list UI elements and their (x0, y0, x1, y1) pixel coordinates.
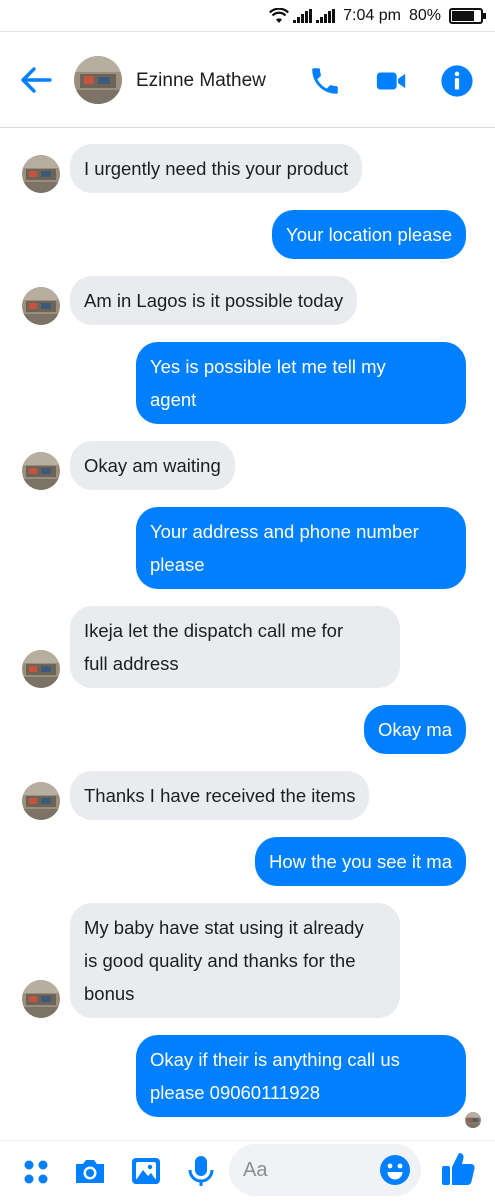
contact-name[interactable]: Ezinne Mathew (136, 70, 266, 92)
contact-avatar-small (22, 155, 60, 193)
wifi-icon (269, 7, 290, 23)
camera-icon[interactable] (72, 1153, 108, 1189)
incoming-message[interactable]: My baby have stat using it already is go… (70, 903, 400, 1018)
phone-icon[interactable] (308, 64, 342, 98)
contact-avatar-small (22, 452, 60, 490)
signal-icon (293, 8, 313, 23)
video-camera-icon[interactable] (374, 64, 408, 98)
conversation-header: Ezinne Mathew (0, 32, 495, 128)
outgoing-message[interactable]: Okay ma (363, 705, 466, 754)
contact-avatar[interactable] (74, 56, 122, 104)
back-arrow-icon[interactable] (20, 66, 52, 94)
outgoing-message[interactable]: Yes is possible let me tell my agent (136, 342, 466, 424)
outgoing-message[interactable]: Your address and phone number please (136, 507, 466, 589)
status-bar: 7:04 pm 80% (0, 0, 495, 32)
message-composer (0, 1140, 495, 1204)
outgoing-message[interactable]: Okay if their is anything call us please… (136, 1035, 466, 1117)
message-input[interactable] (243, 1154, 373, 1186)
contact-avatar-small (22, 782, 60, 820)
seen-avatar (465, 1112, 481, 1128)
status-time: 7:04 pm (343, 6, 401, 24)
battery-percent: 80% (408, 6, 441, 24)
outgoing-message[interactable]: How the you see it ma (254, 837, 466, 886)
contact-avatar-small (22, 287, 60, 325)
microphone-icon[interactable] (183, 1153, 219, 1189)
thumbs-up-icon[interactable] (438, 1149, 478, 1189)
incoming-message[interactable]: I urgently need this your product (70, 144, 363, 193)
message-input-box[interactable] (229, 1144, 421, 1196)
contact-avatar-small (22, 650, 60, 688)
incoming-message[interactable]: Am in Lagos is it possible today (70, 276, 358, 325)
apps-grid-icon[interactable] (18, 1153, 54, 1189)
incoming-message[interactable]: Okay am waiting (70, 441, 235, 490)
incoming-message[interactable]: Thanks I have received the items (70, 771, 370, 820)
incoming-message[interactable]: Ikeja let the dispatch call me for full … (70, 606, 400, 688)
outgoing-message[interactable]: Your location please (272, 210, 466, 259)
battery-icon (449, 7, 486, 24)
status-icons (269, 7, 336, 24)
contact-avatar-small (22, 980, 60, 1018)
info-icon[interactable] (440, 64, 474, 98)
emoji-icon[interactable] (379, 1154, 411, 1186)
signal-icon (316, 8, 336, 23)
image-icon[interactable] (128, 1153, 164, 1189)
message-thread[interactable]: I urgently need this your product Your l… (0, 129, 495, 1140)
